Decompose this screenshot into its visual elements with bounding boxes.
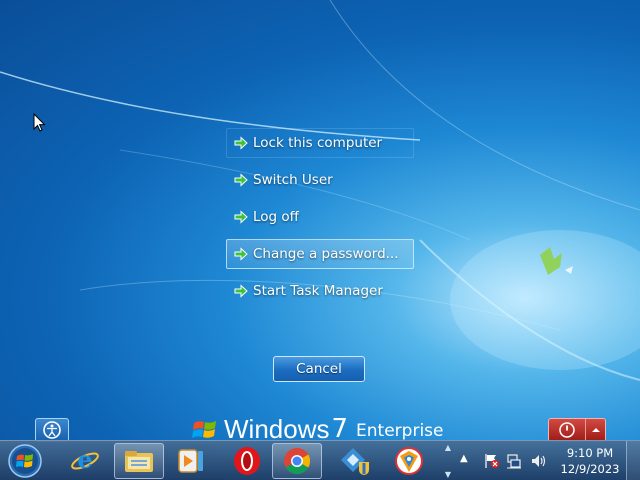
cancel-button[interactable]: Cancel: [273, 356, 365, 382]
vpn-app-icon[interactable]: [384, 443, 434, 479]
green-arrow-icon: [234, 210, 248, 224]
lock-computer-option[interactable]: Lock this computer: [226, 128, 414, 158]
green-arrow-icon: [234, 284, 248, 298]
green-arrow-icon: [234, 173, 248, 187]
windows-version: 7: [331, 416, 349, 442]
chrome-icon[interactable]: [272, 443, 322, 479]
volume-icon[interactable]: [530, 453, 546, 469]
mouse-cursor-icon: [33, 113, 46, 132]
green-arrow-icon: [234, 136, 248, 150]
log-off-option[interactable]: Log off: [226, 202, 414, 232]
chevron-down-icon[interactable]: ▼: [445, 470, 451, 479]
file-explorer-icon[interactable]: [114, 443, 164, 479]
taskbar-scroll[interactable]: ▲ ▼: [441, 443, 455, 479]
switch-user-option[interactable]: Switch User: [226, 165, 414, 195]
ease-of-access-icon: [43, 421, 61, 439]
start-task-manager-option[interactable]: Start Task Manager: [226, 276, 414, 306]
action-center-flag-icon[interactable]: [484, 453, 500, 469]
windows-wordmark: Windows: [224, 416, 330, 442]
system-clock[interactable]: 9:10 PM 12/9/2023: [560, 445, 620, 477]
menu-item-label: Switch User: [253, 172, 333, 188]
chevron-up-icon: [591, 428, 600, 432]
menu-item-label: Lock this computer: [253, 135, 383, 151]
menu-item-label: Log off: [253, 209, 299, 225]
green-arrow-icon: [234, 247, 248, 261]
show-hidden-icons-button[interactable]: ▲: [460, 453, 468, 464]
chevron-up-icon[interactable]: ▲: [445, 443, 451, 452]
shutdown-main[interactable]: [549, 419, 586, 441]
network-icon[interactable]: [506, 453, 522, 469]
clock-date: 12/9/2023: [560, 462, 620, 476]
menu-item-label: Start Task Manager: [253, 283, 383, 299]
show-desktop-button[interactable]: [626, 441, 640, 480]
media-player-icon[interactable]: [166, 443, 216, 479]
windows-logo-icon: [192, 421, 216, 438]
network-app-icon[interactable]: [330, 443, 380, 479]
clock-time: 9:10 PM: [566, 446, 614, 460]
windows-branding: Windows 7 Enterprise: [192, 416, 443, 442]
internet-explorer-icon[interactable]: e: [60, 443, 110, 479]
taskbar: e ▲ ▼ ▲ 9:10 PM 12/9/2023: [0, 440, 640, 480]
opera-icon[interactable]: [222, 443, 272, 479]
change-password-option[interactable]: Change a password...: [226, 239, 414, 269]
power-icon: [559, 422, 575, 438]
ease-of-access-button[interactable]: [35, 418, 69, 442]
shutdown-button[interactable]: [548, 418, 606, 442]
menu-item-label: Change a password...: [253, 246, 399, 262]
svg-text:e: e: [77, 446, 92, 474]
windows-start-icon[interactable]: [6, 442, 44, 480]
shutdown-options-arrow[interactable]: [586, 419, 605, 441]
windows-edition: Enterprise: [356, 421, 444, 441]
